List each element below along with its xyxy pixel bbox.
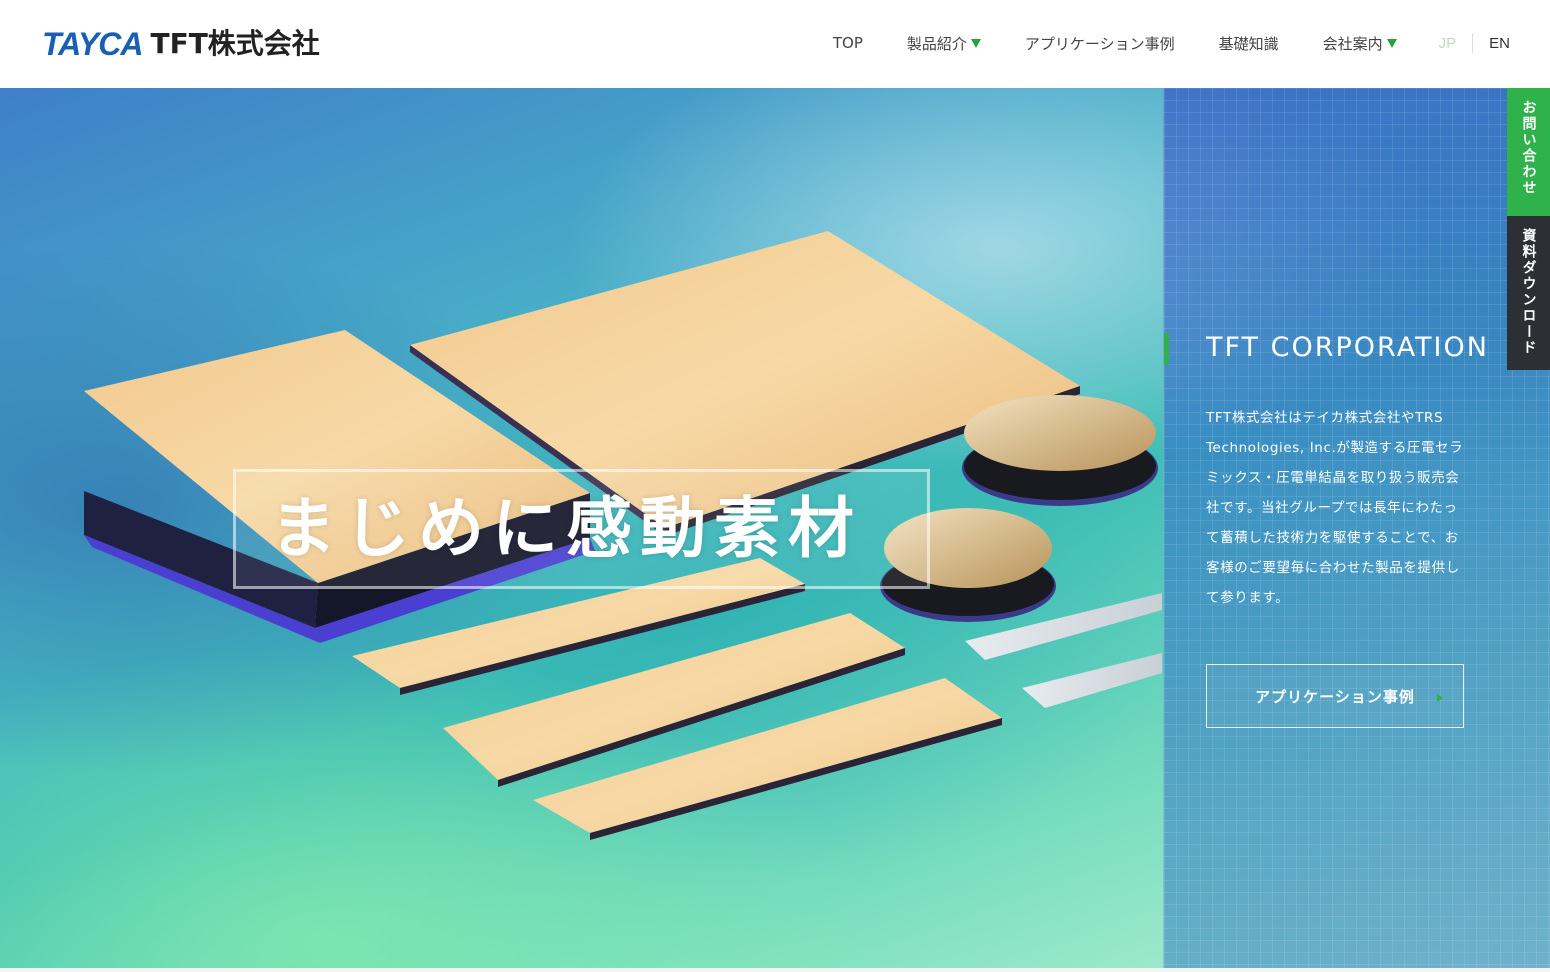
arrow-right-icon — [1437, 694, 1443, 702]
main-nav: TOP 製品紹介 アプリケーション事例 基礎知識 会社案内 JP EN — [833, 30, 1510, 56]
panel-description: TFT株式会社はテイカ株式会社やTRS Technologies, Inc.が製… — [1206, 410, 1464, 606]
applications-button[interactable]: アプリケーション事例 — [1206, 664, 1464, 728]
download-tab-label: 資料ダウンロード — [1520, 228, 1537, 356]
caret-down-icon — [970, 38, 981, 48]
nav-item-company[interactable]: 会社案内 — [1323, 33, 1397, 54]
title-accent-bar — [1164, 333, 1169, 365]
nav-item-label: 基礎知識 — [1218, 34, 1279, 53]
applications-button-label: アプリケーション事例 — [1255, 687, 1415, 706]
company-info-panel: TFT CORPORATION TFT株式会社はテイカ株式会社やTRS Tech… — [1163, 88, 1550, 968]
nav-item-label: 製品紹介 — [906, 34, 967, 53]
nav-item-label: 会社案内 — [1322, 34, 1383, 53]
nav-item-basics[interactable]: 基礎知識 — [1219, 33, 1279, 54]
lang-en-link[interactable]: EN — [1489, 35, 1510, 52]
panel-title: TFT CORPORATION — [1206, 332, 1489, 363]
nav-item-products[interactable]: 製品紹介 — [907, 33, 981, 54]
nav-item-label: アプリケーション事例 — [1024, 34, 1175, 53]
caret-down-icon — [1386, 38, 1397, 48]
language-switcher: JP EN — [1439, 33, 1510, 53]
lang-jp-link[interactable]: JP — [1439, 35, 1457, 52]
logo-brand: TAYCA — [42, 26, 143, 62]
bottom-divider — [0, 968, 1550, 972]
site-header: TAYCA TFT株式会社 TOP 製品紹介 アプリケーション事例 基礎知識 会… — [0, 0, 1550, 88]
download-tab[interactable]: 資料ダウンロード — [1507, 216, 1550, 370]
hero-section: まじめに感動素材 TFT CORPORATION TFT株式会社はテイカ株式会社… — [0, 88, 1550, 968]
contact-tab-label: お問い合わせ — [1520, 100, 1537, 196]
hero-tagline: まじめに感動素材 — [270, 490, 862, 567]
contact-tab[interactable]: お問い合わせ — [1507, 88, 1550, 216]
nav-item-label: TOP — [832, 34, 863, 52]
nav-item-top[interactable]: TOP — [833, 34, 863, 52]
logo-company-name: TFT株式会社 — [150, 27, 320, 60]
lang-divider — [1472, 33, 1474, 53]
logo[interactable]: TAYCA TFT株式会社 — [42, 26, 320, 62]
nav-item-applications[interactable]: アプリケーション事例 — [1025, 33, 1175, 54]
